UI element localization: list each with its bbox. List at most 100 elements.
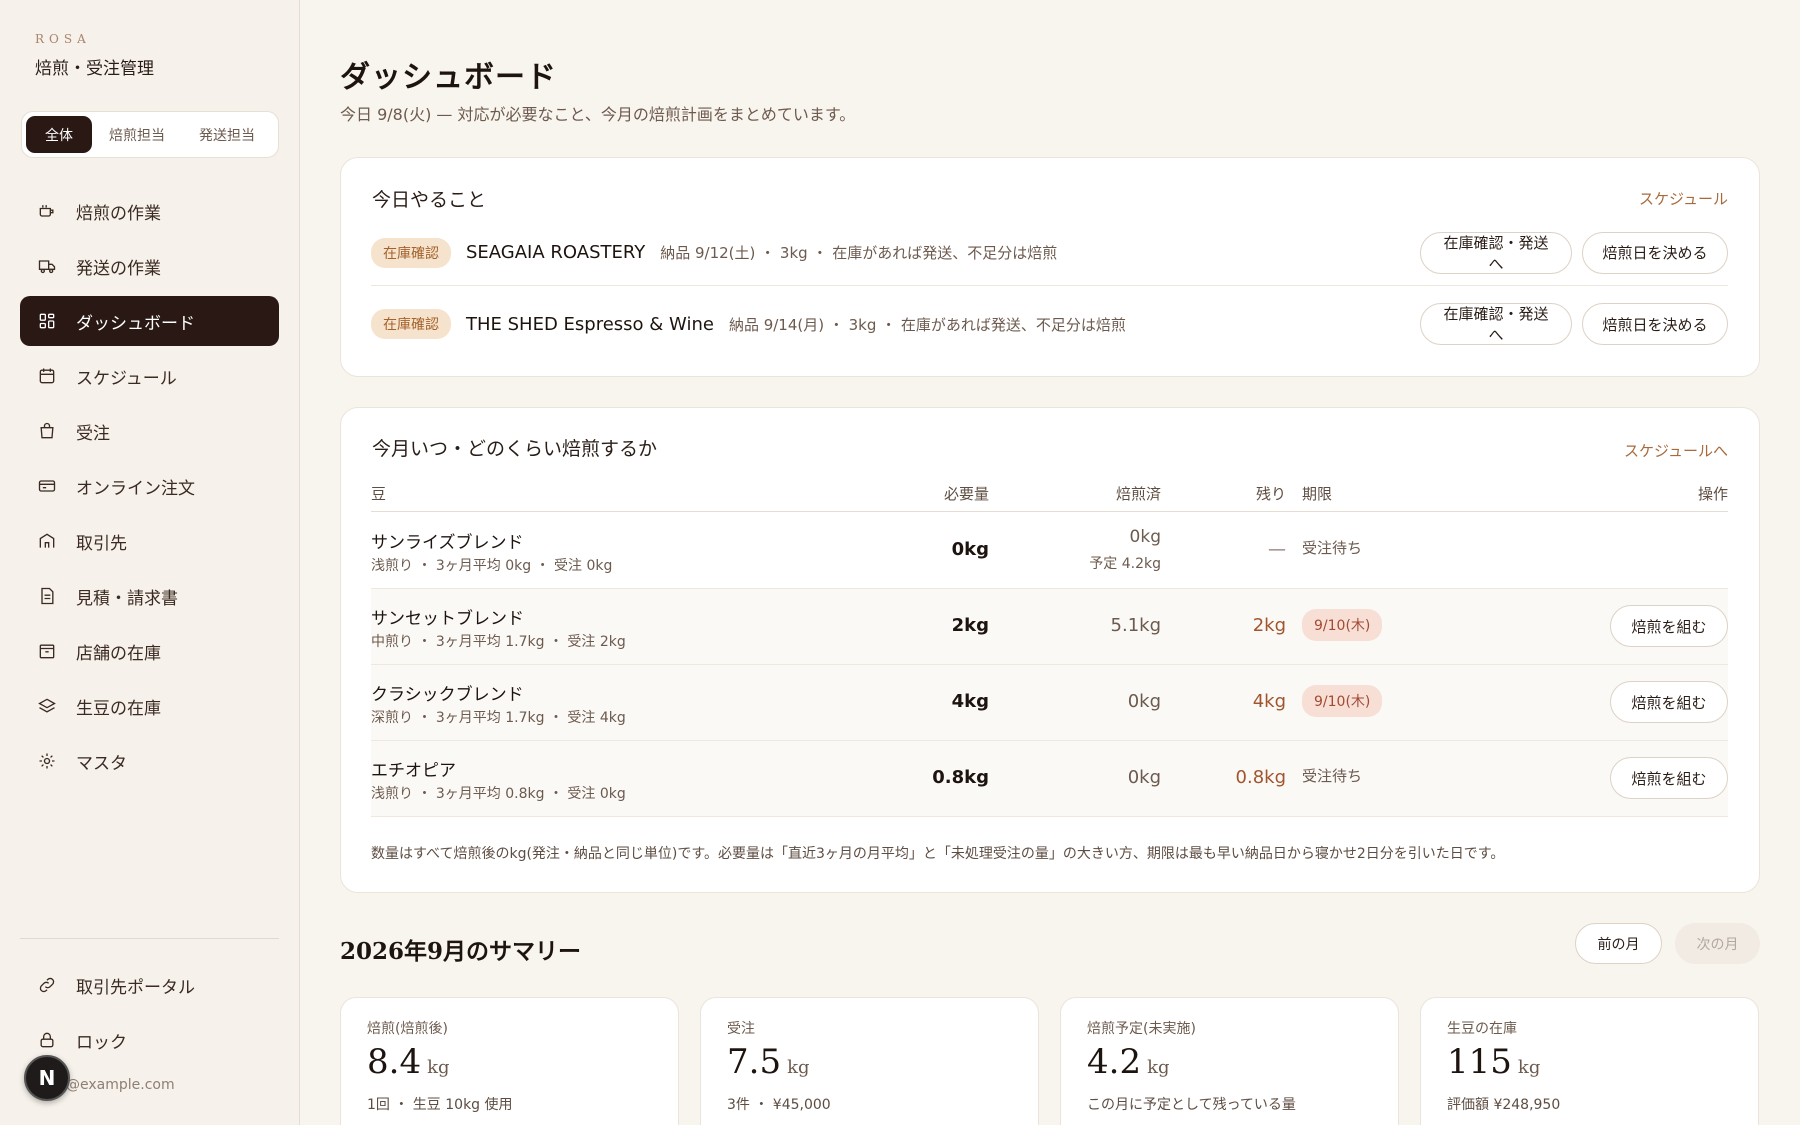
roasted-amount: 0kg xyxy=(1127,691,1161,712)
stat-number: 4.2 xyxy=(1087,1042,1142,1082)
gear-icon xyxy=(36,750,58,772)
sidebar-bottom-nav: 取引先ポータル ロック xyxy=(20,960,279,1070)
prev-month-button[interactable]: 前の月 xyxy=(1575,923,1662,964)
stat-label: 焙煎予定(未実施) xyxy=(1087,1021,1196,1037)
table-header: 豆 必要量 焙煎済 残り 期限 操作 xyxy=(371,476,1728,512)
sidebar-item-shipping-tasks[interactable]: 発送の作業 xyxy=(20,241,279,291)
sidebar-item-label: ロック xyxy=(76,1032,127,1053)
required-amount: 0.8kg xyxy=(932,767,989,788)
plan-roast-button[interactable]: 焙煎を組む xyxy=(1610,605,1728,647)
bean-name: サンセットブレンド xyxy=(371,609,524,629)
table-row: サンライズブレンド 浅煎り ・ 3ヶ月平均 0kg ・ 受注 0kg 0kg 0… xyxy=(371,513,1728,589)
layers-icon xyxy=(36,695,58,717)
stock-check-ship-button[interactable]: 在庫確認・発送へ xyxy=(1420,231,1572,274)
roasted-amount: 0kg xyxy=(1127,767,1161,788)
remaining-amount: 2kg xyxy=(1252,615,1286,636)
sidebar-divider xyxy=(20,938,279,939)
plan-roast-button[interactable]: 焙煎を組む xyxy=(1610,757,1728,799)
stat-card-roasted: 焙煎(焙煎後) 8.4 kg 1回 ・ 生豆 10kg 使用 xyxy=(340,997,679,1125)
stat-unit: kg xyxy=(787,1057,810,1078)
role-tab-shipping[interactable]: 発送担当 xyxy=(182,116,272,153)
due-status: 受注待ち xyxy=(1302,767,1363,785)
sidebar-item-label: 発送の作業 xyxy=(76,258,161,279)
brand: ROSA 焙煎・受注管理 xyxy=(35,32,154,79)
status-badge: 在庫確認 xyxy=(371,309,451,339)
bean-meta: 深煎り ・ 3ヶ月平均 1.7kg ・ 受注 4kg xyxy=(371,710,626,726)
sidebar-item-master[interactable]: マスタ xyxy=(20,736,279,786)
page-title: ダッシュボード xyxy=(340,60,557,95)
roaster-icon xyxy=(36,200,58,222)
table-row: クラシックブレンド 深煎り ・ 3ヶ月平均 1.7kg ・ 受注 4kg 4kg… xyxy=(371,665,1728,741)
bean-name: クラシックブレンド xyxy=(371,685,524,705)
lock-icon xyxy=(36,1029,58,1051)
stat-number: 8.4 xyxy=(367,1042,422,1082)
plan-schedule-link[interactable]: スケジュールへ xyxy=(1624,440,1728,461)
stat-note: 評価額 ¥248,950 xyxy=(1447,1097,1561,1113)
remaining-amount: 4kg xyxy=(1252,691,1286,712)
avatar[interactable]: N xyxy=(24,1055,70,1101)
roast-plan-title: 今月いつ・どのくらい焙煎するか xyxy=(372,438,658,460)
today-title: 今日やること xyxy=(372,189,487,211)
role-tab-roaster[interactable]: 焙煎担当 xyxy=(92,116,182,153)
stat-value: 8.4 kg xyxy=(367,1042,450,1082)
bean-meta: 浅煎り ・ 3ヶ月平均 0kg ・ 受注 0kg xyxy=(371,558,613,574)
summary-title: 2026年9月のサマリー xyxy=(340,938,582,965)
sidebar-item-label: スケジュール xyxy=(76,368,177,389)
stat-card-planned-roast: 焙煎予定(未実施) 4.2 kg この月に予定として残っている量 xyxy=(1060,997,1399,1125)
task-client-name: SEAGAIA ROASTERY xyxy=(466,242,646,263)
due-date-badge: 9/10(木) xyxy=(1302,609,1383,641)
remaining-amount: 0.8kg xyxy=(1235,767,1286,788)
store-icon xyxy=(36,530,58,552)
stat-number: 7.5 xyxy=(727,1042,782,1082)
column-header-roasted: 焙煎済 xyxy=(1115,485,1161,503)
plan-roast-button[interactable]: 焙煎を組む xyxy=(1610,681,1728,723)
user-email: @example.com xyxy=(66,1077,175,1093)
sidebar-item-client-portal[interactable]: 取引先ポータル xyxy=(20,960,279,1010)
today-schedule-link[interactable]: スケジュール xyxy=(1639,188,1728,209)
box-icon xyxy=(36,640,58,662)
sidebar-item-dashboard[interactable]: ダッシュボード xyxy=(20,296,279,346)
bean-meta: 浅煎り ・ 3ヶ月平均 0.8kg ・ 受注 0kg xyxy=(371,786,626,802)
planned-amount: 予定 4.2kg xyxy=(1089,556,1161,572)
stat-note: この月に予定として残っている量 xyxy=(1087,1097,1296,1113)
stat-card-orders: 受注 7.5 kg 3件 ・ ¥45,000 xyxy=(700,997,1039,1125)
sidebar-item-orders[interactable]: 受注 xyxy=(20,406,279,456)
table-row: エチオピア 浅煎り ・ 3ヶ月平均 0.8kg ・ 受注 0kg 0.8kg 0… xyxy=(371,741,1728,817)
status-badge: 在庫確認 xyxy=(371,237,451,268)
stat-number: 115 xyxy=(1447,1042,1512,1082)
task-row: 在庫確認 THE SHED Espresso & Wine 納品 9/14(月)… xyxy=(371,294,1728,354)
sidebar-item-roasting-tasks[interactable]: 焙煎の作業 xyxy=(20,186,279,236)
set-roast-date-button[interactable]: 焙煎日を決める xyxy=(1582,231,1728,274)
stat-unit: kg xyxy=(1147,1057,1170,1078)
roasted-amount: 5.1kg xyxy=(1110,615,1161,636)
bag-icon xyxy=(36,420,58,442)
document-icon xyxy=(36,585,58,607)
stat-note: 3件 ・ ¥45,000 xyxy=(727,1097,831,1113)
next-month-button[interactable]: 次の月 xyxy=(1675,923,1760,964)
column-header-remaining: 残り xyxy=(1255,485,1286,503)
role-tab-all[interactable]: 全体 xyxy=(26,116,92,153)
stat-label: 生豆の在庫 xyxy=(1447,1021,1517,1037)
sidebar-item-clients[interactable]: 取引先 xyxy=(20,516,279,566)
sidebar-item-label: 生豆の在庫 xyxy=(76,698,161,719)
plan-footnote: 数量はすべて焙煎後のkg(発注・納品と同じ単位)です。必要量は「直近3ヶ月の月平… xyxy=(371,846,1505,862)
sidebar-item-green-bean-stock[interactable]: 生豆の在庫 xyxy=(20,681,279,731)
calendar-icon xyxy=(36,365,58,387)
sidebar-nav: 焙煎の作業 発送の作業 ダッシュボード スケジュール 受注 オンライン注文 取引… xyxy=(20,186,279,791)
sidebar-item-label: 受注 xyxy=(76,423,110,444)
sidebar-item-label: マスタ xyxy=(76,753,127,774)
sidebar-item-online-orders[interactable]: オンライン注文 xyxy=(20,461,279,511)
stat-label: 受注 xyxy=(727,1021,755,1037)
task-meta: 納品 9/12(土) ・ 3kg ・ 在庫があれば発送、不足分は焙煎 xyxy=(660,244,1058,262)
stock-check-ship-button[interactable]: 在庫確認・発送へ xyxy=(1420,303,1572,345)
required-amount: 4kg xyxy=(951,691,989,712)
sidebar-item-label: 取引先ポータル xyxy=(76,977,195,998)
sidebar-item-quotes-invoices[interactable]: 見積・請求書 xyxy=(20,571,279,621)
bean-name: サンライズブレンド xyxy=(371,533,524,553)
bean-name: エチオピア xyxy=(371,761,456,781)
stat-note: 1回 ・ 生豆 10kg 使用 xyxy=(367,1097,513,1113)
link-icon xyxy=(36,974,58,996)
set-roast-date-button[interactable]: 焙煎日を決める xyxy=(1582,303,1728,345)
sidebar-item-schedule[interactable]: スケジュール xyxy=(20,351,279,401)
sidebar-item-store-stock[interactable]: 店舗の在庫 xyxy=(20,626,279,676)
